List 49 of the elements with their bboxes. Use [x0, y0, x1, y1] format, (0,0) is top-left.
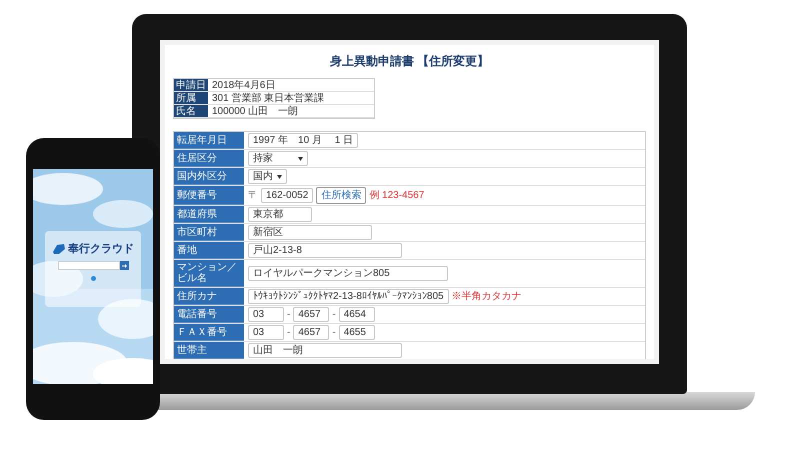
input-field[interactable]: 1997 年 10 月 1 日: [248, 133, 358, 148]
info-value: 301 営業部 東日本営業課: [211, 92, 326, 104]
form-label: ＦＡＸ番号: [174, 324, 244, 341]
form-label: 郵便番号: [174, 186, 244, 205]
input-field[interactable]: 03: [248, 325, 284, 340]
form-label: 転居年月日: [174, 132, 244, 149]
address-search-button[interactable]: 住所検索: [316, 187, 366, 204]
separator: -: [332, 326, 336, 340]
info-value: 100000 山田 一朗: [211, 105, 300, 117]
input-field[interactable]: 4657: [293, 325, 330, 340]
info-label: 申請日: [174, 79, 208, 91]
caret-icon: [277, 174, 282, 178]
input-field[interactable]: 戸山2-13-8: [248, 243, 402, 258]
info-value: 2018年4月6日: [211, 79, 276, 91]
login-field[interactable]: [58, 261, 120, 270]
input-field[interactable]: 山田 一朗: [248, 343, 402, 358]
input-field[interactable]: 新宿区: [248, 225, 372, 240]
separator: -: [287, 326, 290, 340]
separator: -: [332, 308, 336, 322]
form-label: 住所カナ: [174, 288, 244, 305]
input-field[interactable]: ロイヤルパークマンション805: [248, 266, 448, 281]
input-field[interactable]: 162-0052: [261, 188, 314, 203]
select-field[interactable]: 持家: [248, 151, 308, 166]
logo-icon: [52, 243, 66, 255]
form-label: 市区町村: [174, 224, 244, 241]
input-field[interactable]: 4654: [338, 307, 375, 322]
input-field[interactable]: 4655: [338, 325, 375, 340]
form-label: マンション／ビル名: [174, 260, 244, 287]
info-label: 所属: [174, 92, 208, 104]
arrow-icon: [122, 264, 126, 268]
form-label: 世帯主: [174, 342, 244, 359]
document-title: 身上異動申請書 【住所変更】: [328, 53, 490, 70]
info-label: 氏名: [174, 105, 208, 117]
input-field[interactable]: 03: [248, 307, 284, 322]
postal-mark: 〒: [248, 189, 258, 203]
form-label: 住居区分: [174, 150, 244, 167]
form-label: 番地: [174, 242, 244, 259]
separator: -: [287, 308, 290, 322]
select-field[interactable]: 国内: [248, 169, 287, 184]
hint-text: ※半角カタカナ: [452, 292, 522, 302]
hint-text: 例 123-4567: [369, 190, 424, 200]
caret-icon: [298, 156, 303, 160]
form-label: 電話番号: [174, 306, 244, 323]
input-field[interactable]: 東京都: [248, 207, 312, 222]
form-label: 国内外区分: [174, 168, 244, 185]
input-field[interactable]: ﾄｳｷｮｳﾄｼﾝｼﾞｭｸｸﾄﾔﾏ2-13-8ﾛｲﾔﾙﾊﾟｰｸﾏﾝｼｮﾝ805: [248, 289, 449, 304]
input-field[interactable]: 4657: [293, 307, 330, 322]
logo-text: 奉行クラウド: [68, 244, 134, 254]
form-label: 都道府県: [174, 206, 244, 223]
